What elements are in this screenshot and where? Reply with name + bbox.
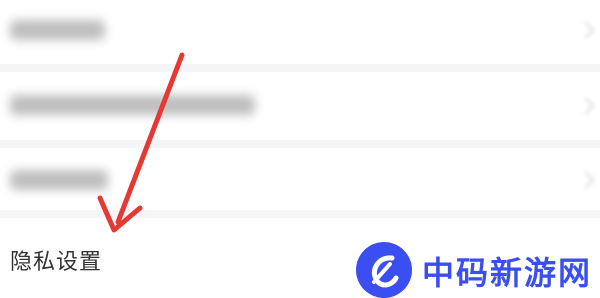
divider — [0, 140, 600, 148]
watermark: 中码新游网 — [356, 242, 600, 298]
blurred-label — [10, 170, 108, 190]
settings-item-2[interactable] — [0, 68, 600, 148]
watermark-logo-icon — [356, 242, 412, 298]
privacy-settings-label: 隐私设置 — [10, 250, 103, 275]
blurred-label — [10, 95, 255, 115]
watermark-text: 中码新游网 — [422, 254, 593, 292]
settings-item-1[interactable] — [0, 0, 600, 68]
blurred-label — [10, 20, 105, 40]
divider — [0, 210, 600, 218]
chevron-right-icon — [577, 21, 595, 39]
chevron-right-icon — [577, 171, 595, 189]
chevron-right-icon — [577, 97, 595, 115]
